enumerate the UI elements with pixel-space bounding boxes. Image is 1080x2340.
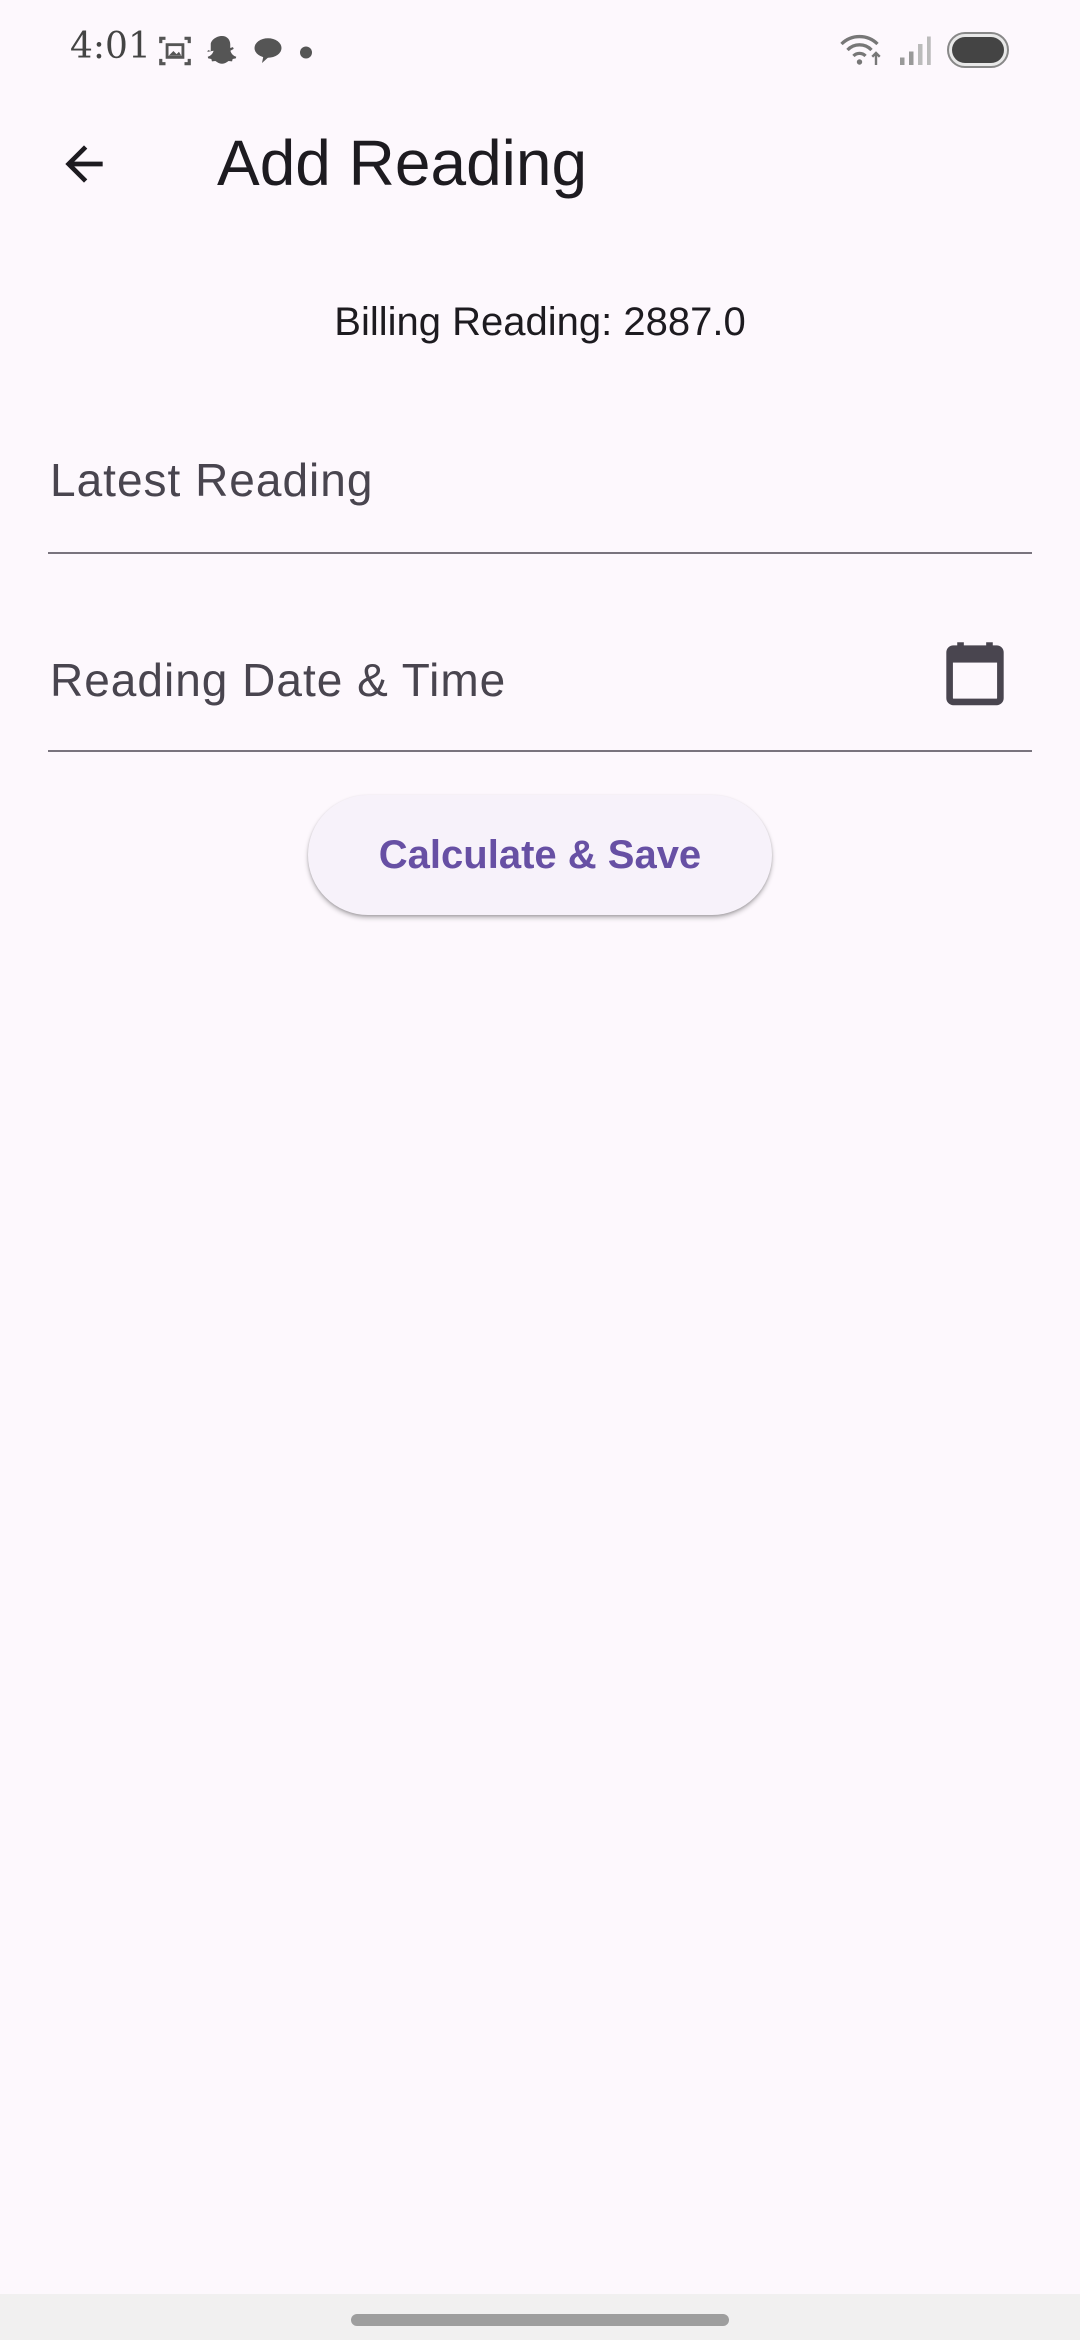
reading-date-input[interactable] (50, 640, 930, 720)
signal-icon (898, 32, 932, 68)
billing-reading-text: Billing Reading: 2887.0 (334, 300, 746, 344)
back-button[interactable] (34, 124, 134, 204)
battery-icon (946, 30, 1010, 70)
arrow-back-icon (56, 136, 112, 192)
latest-reading-input[interactable] (50, 440, 930, 520)
chat-icon (250, 33, 286, 69)
app-bar: Add Reading (0, 100, 1080, 230)
notification-icons (156, 32, 316, 70)
wifi-icon (838, 32, 884, 68)
home-handle[interactable] (351, 2314, 729, 2326)
latest-reading-field (48, 410, 1032, 554)
status-time: 4:01 (70, 26, 151, 67)
calculate-save-button[interactable]: Calculate & Save (308, 795, 772, 915)
navigation-bar (0, 2294, 1080, 2340)
system-icons (838, 30, 1010, 70)
reading-date-field (48, 610, 1032, 752)
status-bar: 4:01 (0, 0, 1080, 100)
dot-icon (296, 33, 316, 69)
screenshot-icon (156, 32, 194, 70)
calendar-button[interactable] (940, 634, 1010, 714)
page-title: Add Reading (217, 127, 588, 199)
snapchat-icon (204, 33, 240, 69)
calendar-icon (944, 641, 1006, 707)
